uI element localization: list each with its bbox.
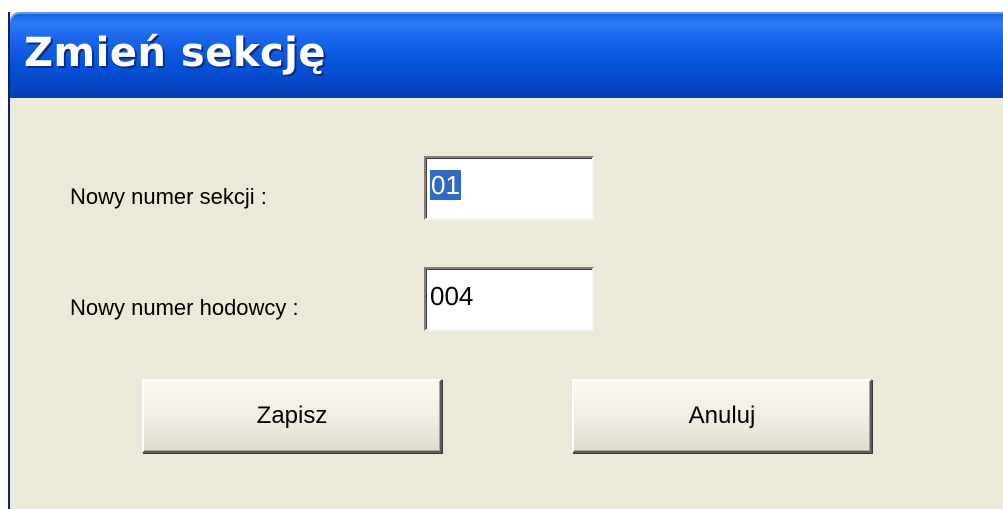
breeder-number-value: 004 (430, 281, 474, 311)
section-number-input[interactable]: 01 (424, 156, 594, 220)
save-button[interactable]: Zapisz (142, 379, 442, 453)
section-number-label: Nowy numer sekcji : (70, 184, 267, 209)
dialog-title: Zmień sekcję (24, 30, 327, 76)
cancel-button[interactable]: Anuluj (572, 379, 872, 453)
breeder-number-label: Nowy numer hodowcy : (70, 295, 299, 320)
breeder-number-input[interactable]: 004 (424, 267, 594, 331)
dialog-window: Zmień sekcję Nowy numer sekcji : 01 Nowy… (8, 12, 1003, 509)
title-bar[interactable]: Zmień sekcję (10, 12, 1003, 98)
section-number-value: 01 (430, 170, 461, 200)
